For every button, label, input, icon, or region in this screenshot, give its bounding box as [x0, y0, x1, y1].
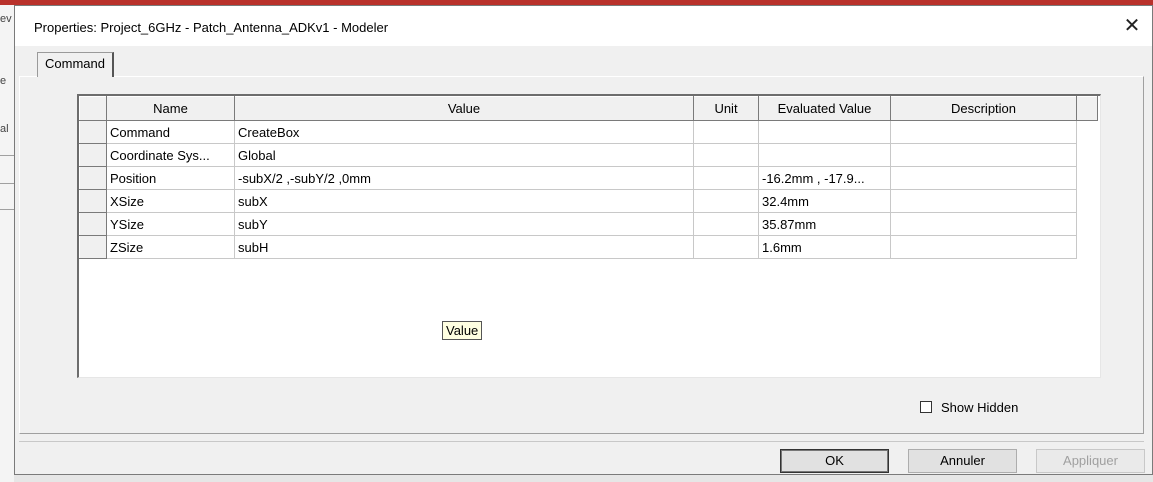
column-header-evaluated-value[interactable]: Evaluated Value: [758, 96, 891, 121]
close-icon[interactable]: ✕: [1121, 15, 1143, 37]
background-fragment: al: [0, 123, 9, 135]
cell-evaluated-value[interactable]: 1.6mm: [758, 235, 891, 259]
cell-value[interactable]: subH: [234, 235, 694, 259]
cell-name[interactable]: YSize: [106, 212, 235, 236]
cell-value[interactable]: Global: [234, 143, 694, 167]
show-hidden-checkbox[interactable]: [920, 401, 932, 413]
column-header-unit[interactable]: Unit: [693, 96, 759, 121]
show-hidden-option[interactable]: Show Hidden: [920, 399, 1018, 415]
cell-description[interactable]: [890, 212, 1077, 236]
column-header-filler: [1076, 96, 1098, 121]
row-selector[interactable]: [79, 189, 107, 213]
ok-button[interactable]: OK: [780, 449, 889, 473]
row-selector[interactable]: [79, 166, 107, 190]
properties-grid: Name Value Unit Evaluated Value Descript…: [77, 94, 1101, 378]
properties-dialog: Properties: Project_6GHz - Patch_Antenna…: [14, 5, 1153, 475]
cell-name[interactable]: XSize: [106, 189, 235, 213]
cell-name[interactable]: Command: [106, 120, 235, 144]
cell-unit[interactable]: [693, 120, 759, 144]
cell-unit[interactable]: [693, 166, 759, 190]
cell-name[interactable]: Position: [106, 166, 235, 190]
background-fragment: e: [0, 75, 7, 87]
cell-description[interactable]: [890, 120, 1077, 144]
cell-evaluated-value[interactable]: [758, 120, 891, 144]
footer-separator: [19, 441, 1144, 442]
cell-unit[interactable]: [693, 143, 759, 167]
cell-description[interactable]: [890, 166, 1077, 190]
table-row[interactable]: XSize subX 32.4mm: [79, 189, 1098, 213]
table-row[interactable]: ZSize subH 1.6mm: [79, 235, 1098, 259]
background-divider: [0, 209, 14, 210]
table-row[interactable]: Position -subX/2 ,-subY/2 ,0mm -16.2mm , -…: [79, 166, 1098, 190]
cell-description[interactable]: [890, 143, 1077, 167]
cell-evaluated-value[interactable]: 32.4mm: [758, 189, 891, 213]
apply-button[interactable]: Appliquer: [1036, 449, 1145, 473]
cell-unit[interactable]: [693, 235, 759, 259]
cell-name[interactable]: Coordinate Sys...: [106, 143, 235, 167]
properties-table: Name Value Unit Evaluated Value Descript…: [79, 96, 1098, 259]
show-hidden-label: Show Hidden: [941, 399, 1019, 415]
cell-evaluated-value[interactable]: 35.87mm: [758, 212, 891, 236]
cancel-button[interactable]: Annuler: [908, 449, 1017, 473]
column-header-description[interactable]: Description: [890, 96, 1077, 121]
background-app-bottom: [14, 474, 1153, 482]
cell-description[interactable]: [890, 189, 1077, 213]
background-divider: [0, 183, 14, 184]
dialog-titlebar: Properties: Project_6GHz - Patch_Antenna…: [15, 6, 1152, 46]
cell-value[interactable]: CreateBox: [234, 120, 694, 144]
cell-value[interactable]: subY: [234, 212, 694, 236]
column-header-name[interactable]: Name: [106, 96, 235, 121]
cell-value[interactable]: subX: [234, 189, 694, 213]
cell-unit[interactable]: [693, 212, 759, 236]
cell-description[interactable]: [890, 235, 1077, 259]
value-tooltip: Value: [442, 321, 483, 340]
row-header-corner: [79, 96, 107, 121]
row-selector[interactable]: [79, 235, 107, 259]
cell-value[interactable]: -subX/2 ,-subY/2 ,0mm: [234, 166, 694, 190]
row-selector[interactable]: [79, 143, 107, 167]
table-row[interactable]: Coordinate Sys... Global: [79, 143, 1098, 167]
cell-name[interactable]: ZSize: [106, 235, 235, 259]
row-selector[interactable]: [79, 212, 107, 236]
table-row[interactable]: YSize subY 35.87mm: [79, 212, 1098, 236]
cell-unit[interactable]: [693, 189, 759, 213]
table-header-row: Name Value Unit Evaluated Value Descript…: [79, 96, 1098, 121]
row-selector[interactable]: [79, 120, 107, 144]
background-divider: [0, 155, 14, 156]
background-fragment: ev: [0, 13, 12, 25]
dialog-title: Properties: Project_6GHz - Patch_Antenna…: [34, 20, 389, 35]
column-header-value[interactable]: Value: [234, 96, 694, 121]
cell-evaluated-value[interactable]: -16.2mm , -17.9...: [758, 166, 891, 190]
table-row[interactable]: Command CreateBox: [79, 120, 1098, 144]
background-app-panel: ev e al: [0, 5, 15, 482]
cell-evaluated-value[interactable]: [758, 143, 891, 167]
tab-command[interactable]: Command: [37, 52, 114, 77]
